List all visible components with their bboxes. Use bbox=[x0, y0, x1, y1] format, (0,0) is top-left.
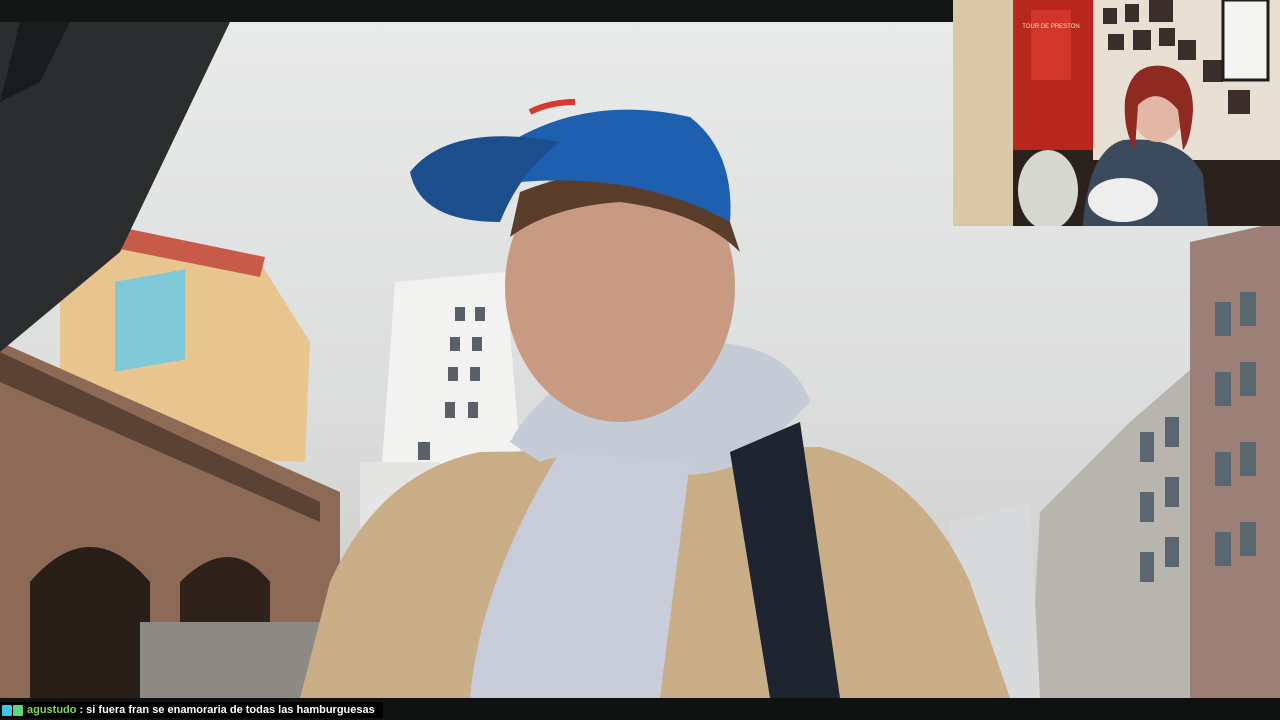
webcam-left-wall bbox=[953, 0, 1013, 226]
webcam-pillow bbox=[1088, 178, 1158, 222]
left-arch-1 bbox=[30, 547, 150, 698]
subscriber-icon bbox=[13, 704, 23, 716]
webcam-frame-art: TOUR DE PRESTON bbox=[953, 0, 1280, 226]
webcam-poster-text: TOUR DE PRESTON bbox=[1022, 24, 1079, 30]
webcam-mirror bbox=[1221, 0, 1270, 82]
cap-logo bbox=[528, 99, 576, 115]
chat-badges bbox=[2, 704, 23, 716]
right-building-near bbox=[1190, 222, 1280, 698]
left-building-banner bbox=[115, 269, 185, 372]
chat-message: agustudo : si fuera fran se enamoraria d… bbox=[0, 702, 383, 718]
broadcaster-icon bbox=[2, 704, 12, 716]
webcam-poster bbox=[1031, 10, 1071, 80]
webcam-overlay: TOUR DE PRESTON bbox=[953, 0, 1280, 226]
chat-text: si fuera fran se enamoraria de todas las… bbox=[86, 704, 375, 716]
chat-separator: : bbox=[79, 704, 84, 716]
chat-username[interactable]: agustudo bbox=[27, 704, 77, 716]
